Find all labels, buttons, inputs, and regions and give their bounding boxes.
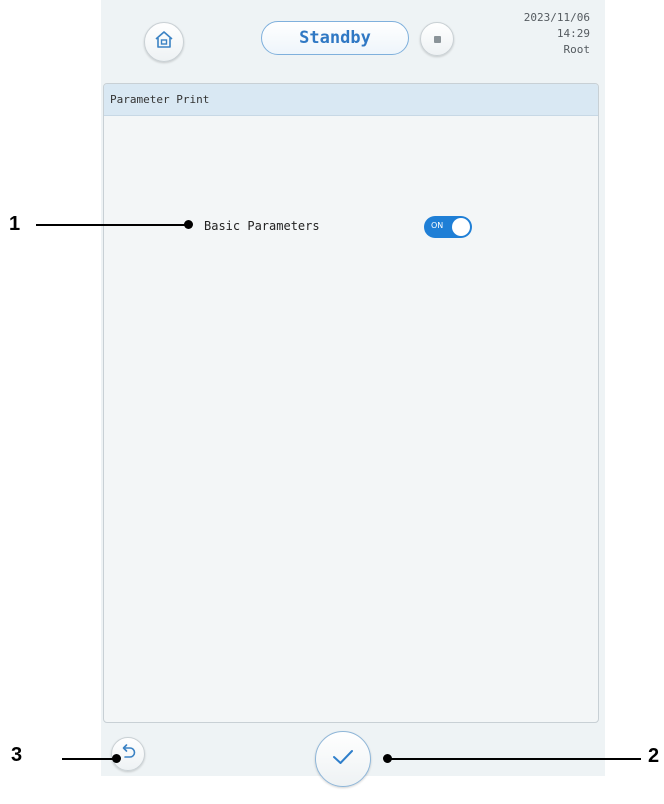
status-indicator: Standby bbox=[261, 21, 409, 55]
home-icon bbox=[153, 29, 175, 55]
toggle-knob bbox=[452, 218, 470, 236]
callout-line-3 bbox=[62, 758, 116, 760]
status-label: Standby bbox=[299, 28, 371, 48]
callout-number-2: 2 bbox=[648, 745, 660, 767]
panel-title: Parameter Print bbox=[110, 93, 210, 106]
checkmark-icon bbox=[328, 742, 358, 776]
time-text: 14:29 bbox=[556, 27, 590, 40]
header-info: 2023/11/06 14:29 Root bbox=[524, 10, 590, 58]
parameter-print-panel: Parameter Print Basic Parameters ON bbox=[103, 83, 599, 723]
callout-line-2 bbox=[387, 758, 641, 760]
basic-parameters-label: Basic Parameters bbox=[204, 219, 320, 233]
basic-parameters-row: Basic Parameters ON bbox=[204, 216, 504, 240]
callout-dot-3 bbox=[112, 754, 121, 763]
device-screen: Standby 2023/11/06 14:29 Root Parameter … bbox=[101, 0, 605, 787]
page: Standby 2023/11/06 14:29 Root Parameter … bbox=[0, 0, 664, 804]
callout-line-1 bbox=[36, 224, 188, 226]
toggle-state-label: ON bbox=[431, 221, 444, 230]
callout-number-1: 1 bbox=[9, 213, 21, 235]
callout-number-3: 3 bbox=[11, 744, 23, 766]
stop-icon bbox=[433, 35, 441, 43]
date-text: 2023/11/06 bbox=[523, 11, 590, 24]
confirm-button[interactable] bbox=[315, 731, 371, 787]
user-text: Root bbox=[563, 43, 591, 56]
callout-dot-1 bbox=[184, 220, 193, 229]
back-arrow-icon bbox=[118, 742, 138, 766]
stop-button[interactable] bbox=[420, 22, 454, 56]
panel-header: Parameter Print bbox=[104, 84, 598, 116]
home-button[interactable] bbox=[144, 22, 184, 62]
callout-dot-2 bbox=[383, 754, 392, 763]
basic-parameters-toggle[interactable]: ON bbox=[424, 216, 472, 238]
